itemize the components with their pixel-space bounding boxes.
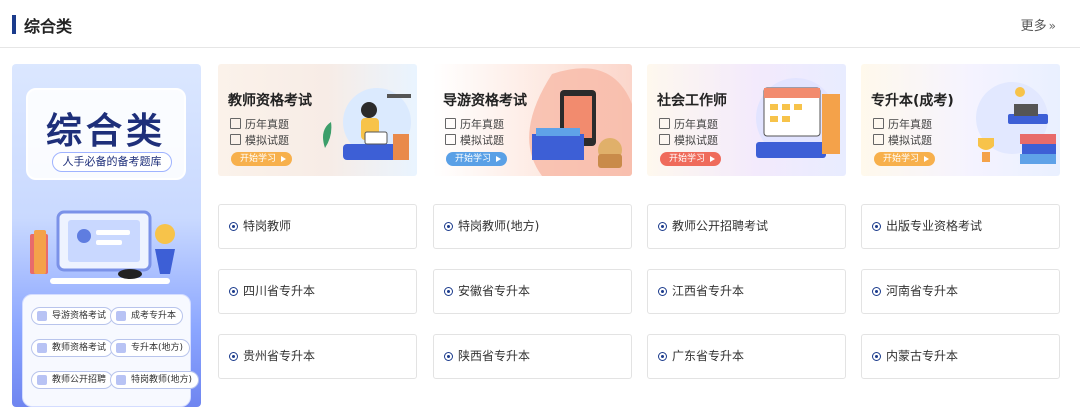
exam-link[interactable]: 出版专业资格考试	[861, 204, 1060, 249]
radio-dot-icon	[444, 287, 453, 296]
banner-tag[interactable]: 专升本(地方)	[110, 339, 191, 357]
banner-tag-panel: 导游资格考试 成考专升本 教师资格考试 专升本(地方) 教师公开招聘 特岗教师(…	[22, 294, 200, 407]
section-title: 综合类	[24, 17, 73, 36]
card-title: 教师资格考试	[228, 93, 312, 109]
banner-subtitle: 人手必备的备考题库	[52, 152, 172, 172]
exam-link-label: 广东省专升本	[672, 349, 745, 363]
double-chevron-right-icon: »	[1048, 19, 1056, 33]
more-label: 更多	[1020, 19, 1047, 34]
banner-tag[interactable]: 特岗教师(地方)	[110, 371, 200, 389]
calendar-illustration	[756, 78, 840, 158]
exam-link-label: 特岗教师	[243, 219, 292, 233]
teacher-study-illustration	[323, 88, 411, 160]
exam-link[interactable]: 特岗教师(地方)	[433, 204, 632, 249]
section-header: 综合类 更多»	[0, 0, 1080, 48]
exam-link-label: 贵州省专升本	[243, 349, 316, 363]
card-item[interactable]: 历年真题	[230, 116, 289, 132]
more-link[interactable]: 更多»	[1021, 15, 1056, 34]
exam-link-label: 内蒙古专升本	[886, 349, 959, 363]
trophy-books-illustration	[976, 82, 1056, 164]
exam-link-label: 江西省专升本	[672, 284, 745, 298]
exam-card-social-worker[interactable]: 社会工作师 历年真题 模拟试题 开始学习	[647, 64, 846, 176]
radio-dot-icon	[229, 222, 238, 231]
exam-link[interactable]: 教师公开招聘考试	[647, 204, 846, 249]
radio-dot-icon	[444, 222, 453, 231]
exam-link-label: 特岗教师(地方)	[458, 219, 540, 233]
card-item[interactable]: 历年真题	[873, 116, 932, 132]
card-title: 专升本(成考)	[871, 93, 954, 109]
exam-link[interactable]: 安徽省专升本	[433, 269, 632, 314]
exam-link-label: 安徽省专升本	[458, 284, 531, 298]
study-desk-illustration	[30, 210, 175, 284]
radio-dot-icon	[229, 352, 238, 361]
start-learning-button[interactable]: 开始学习	[660, 152, 722, 166]
radio-dot-icon	[872, 352, 881, 361]
banner-tag[interactable]: 成考专升本	[110, 307, 184, 325]
banner-tag[interactable]: 教师公开招聘	[31, 371, 114, 389]
card-item[interactable]: 模拟试题	[445, 132, 504, 148]
exam-card-teacher[interactable]: 教师资格考试 历年真题 模拟试题 开始学习	[218, 64, 417, 176]
radio-dot-icon	[872, 287, 881, 296]
exam-link-label: 陕西省专升本	[458, 349, 531, 363]
card-title: 社会工作师	[657, 93, 727, 109]
exam-link[interactable]: 江西省专升本	[647, 269, 846, 314]
exam-card-upgrade[interactable]: 专升本(成考) 历年真题 模拟试题 开始学习	[861, 64, 1060, 176]
banner-tag[interactable]: 教师资格考试	[31, 339, 114, 357]
banner-title: 综合类	[45, 111, 166, 152]
radio-dot-icon	[658, 287, 667, 296]
exam-link-label: 四川省专升本	[243, 284, 316, 298]
start-learning-button[interactable]: 开始学习	[446, 152, 508, 166]
card-item[interactable]: 历年真题	[659, 116, 718, 132]
exam-link[interactable]: 贵州省专升本	[218, 334, 417, 379]
exam-link[interactable]: 特岗教师	[218, 204, 417, 249]
radio-dot-icon	[658, 352, 667, 361]
radio-dot-icon	[229, 287, 238, 296]
start-learning-button[interactable]: 开始学习	[231, 152, 293, 166]
card-title: 导游资格考试	[443, 93, 527, 109]
banner-tag[interactable]: 导游资格考试	[31, 307, 114, 325]
card-item[interactable]: 模拟试题	[659, 132, 718, 148]
tour-guide-illustration	[529, 68, 632, 176]
exam-link-label: 河南省专升本	[886, 284, 959, 298]
exam-link[interactable]: 广东省专升本	[647, 334, 846, 379]
exam-link-label: 教师公开招聘考试	[672, 219, 769, 233]
card-item[interactable]: 模拟试题	[230, 132, 289, 148]
side-banner[interactable]: 综合类 人手必备的备考题库 导游资格考试 成考专升本 教师资格考试 专升本(地方…	[12, 64, 201, 407]
card-item[interactable]: 历年真题	[445, 116, 504, 132]
exam-link[interactable]: 河南省专升本	[861, 269, 1060, 314]
radio-dot-icon	[658, 222, 667, 231]
exam-link-label: 出版专业资格考试	[886, 219, 983, 233]
radio-dot-icon	[444, 352, 453, 361]
exam-link[interactable]: 四川省专升本	[218, 269, 417, 314]
exam-link[interactable]: 陕西省专升本	[433, 334, 632, 379]
exam-link[interactable]: 内蒙古专升本	[861, 334, 1060, 379]
exam-card-tour-guide[interactable]: 导游资格考试 历年真题 模拟试题 开始学习	[433, 64, 632, 176]
radio-dot-icon	[872, 222, 881, 231]
card-item[interactable]: 模拟试题	[873, 132, 932, 148]
start-learning-button[interactable]: 开始学习	[874, 152, 936, 166]
title-accent-bar	[12, 15, 16, 34]
